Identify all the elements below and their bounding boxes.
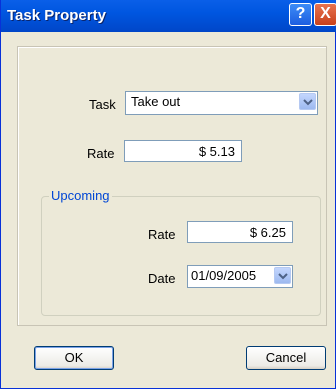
task-select-value: Take out: [131, 94, 181, 109]
chevron-down-icon[interactable]: [299, 93, 316, 110]
upcoming-group-title: Upcoming: [49, 188, 112, 203]
upcoming-date-label: Date: [148, 271, 176, 286]
title-bar[interactable]: Task Property ? X: [1, 0, 336, 32]
task-select[interactable]: Take out: [125, 91, 318, 115]
upcoming-rate-field[interactable]: $ 6.25: [187, 221, 293, 243]
window-title: Task Property: [7, 7, 106, 24]
date-picker-value: 01/09/2005: [191, 268, 257, 283]
rate-field[interactable]: $ 5.13: [124, 140, 242, 162]
help-button[interactable]: ?: [289, 3, 312, 26]
close-button[interactable]: X: [314, 3, 336, 26]
upcoming-rate-label: Rate: [148, 227, 176, 242]
chevron-down-icon[interactable]: [274, 267, 291, 284]
upcoming-group: [41, 196, 321, 316]
task-property-dialog: Task Property ? X Task Take out Rate $ 5…: [0, 0, 336, 389]
date-picker[interactable]: 01/09/2005: [187, 265, 293, 288]
upcoming-rate-value: $ 6.25: [249, 225, 286, 240]
cancel-button[interactable]: Cancel: [246, 346, 326, 370]
task-label: Task: [89, 97, 116, 112]
ok-button[interactable]: OK: [34, 346, 114, 370]
rate-value: $ 5.13: [198, 144, 235, 159]
rate-label: Rate: [87, 146, 115, 161]
